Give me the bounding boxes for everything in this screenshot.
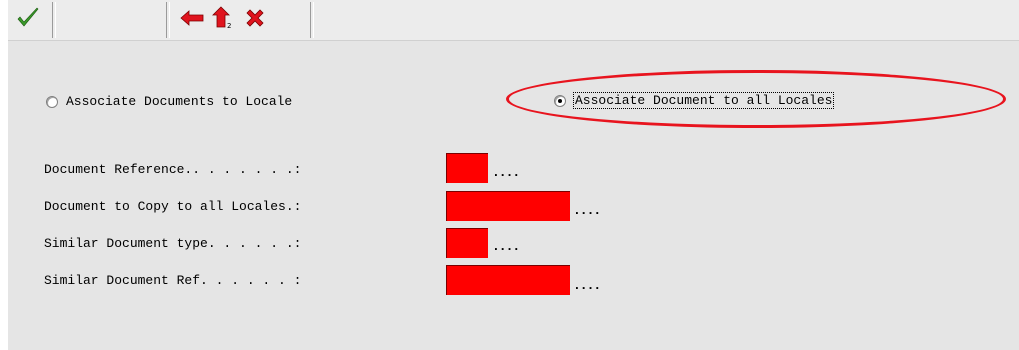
similar-document-type-field[interactable] <box>446 228 488 258</box>
search-help-dots[interactable]: .... <box>492 165 520 180</box>
toolbar-separator <box>52 2 56 38</box>
field-label-similar-document-ref: Similar Document Ref. . . . . . : <box>44 273 302 288</box>
field-label-similar-document-type: Similar Document type. . . . . .: <box>44 236 302 251</box>
similar-document-ref-field[interactable] <box>446 265 570 295</box>
radio-label: Associate Document to all Locales <box>572 92 835 109</box>
toolbar: 2 <box>8 0 1019 40</box>
search-help-dots[interactable]: .... <box>492 239 520 254</box>
search-help-dots[interactable]: .... <box>573 203 601 218</box>
search-help-dots[interactable]: .... <box>573 278 601 293</box>
confirm-button[interactable] <box>12 0 44 40</box>
radio-label: Associate Documents to Locale <box>66 94 293 109</box>
exit-up-arrow-icon: 2 <box>212 5 234 35</box>
svg-text:2: 2 <box>227 22 231 30</box>
radio-button[interactable] <box>46 95 58 108</box>
checkmark-icon <box>16 7 40 34</box>
toolbar-separator <box>166 2 170 38</box>
cancel-button[interactable] <box>240 0 270 40</box>
exit-button[interactable]: 2 <box>208 0 238 40</box>
field-label-document-reference: Document Reference.. . . . . . .: <box>44 162 302 177</box>
selection-panel: Associate Documents to Locale Associate … <box>8 40 1019 350</box>
back-arrow-icon <box>180 9 204 31</box>
radio-associate-locale[interactable]: Associate Documents to Locale <box>46 94 292 109</box>
document-copy-field[interactable] <box>446 191 570 221</box>
radio-associate-all-locales[interactable]: Associate Document to all Locales <box>554 92 835 109</box>
toolbar-separator <box>310 2 314 38</box>
document-reference-field[interactable] <box>446 153 488 183</box>
radio-button[interactable] <box>554 94 566 107</box>
back-button[interactable] <box>176 0 208 40</box>
field-label-document-copy: Document to Copy to all Locales.: <box>44 199 302 214</box>
cancel-x-icon <box>244 7 266 34</box>
